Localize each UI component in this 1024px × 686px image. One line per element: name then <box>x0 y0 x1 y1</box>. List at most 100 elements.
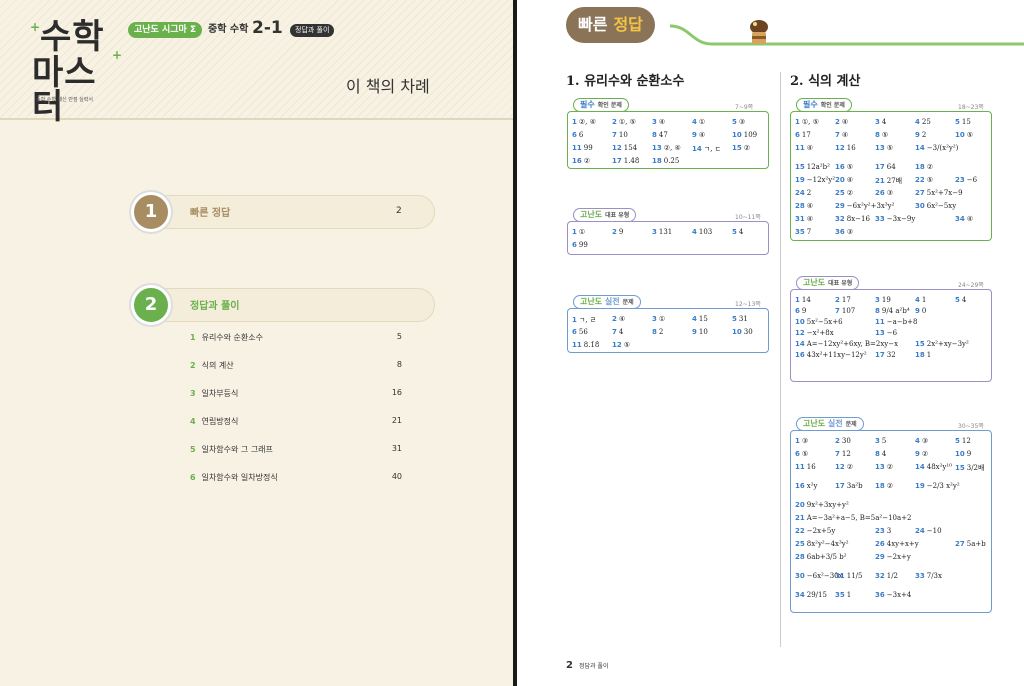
answer-entry: 18 0.2̇5̇ <box>652 157 679 165</box>
section-label-2[interactable]: 정답과 풀이 <box>190 297 239 312</box>
toc-item-page: 21 <box>391 416 402 425</box>
toc-item-number: 4 <box>190 417 196 426</box>
answer-value: ⑤ <box>881 131 889 139</box>
answer-value: 109 <box>743 131 758 139</box>
answer-entry: 9④ <box>692 131 705 139</box>
question-number: 13 <box>875 144 885 152</box>
answer-entry: 15 12a²b² <box>795 163 830 171</box>
answer-value: 1 <box>921 296 927 304</box>
question-number: 11 <box>875 318 885 326</box>
answer-value: 9x²+3xy+y² <box>806 501 849 509</box>
answer-entry: 12 −x²+8x <box>795 329 834 337</box>
answer-entry: 1 14 <box>795 296 811 304</box>
section-label-1[interactable]: 빠른 정답 <box>190 204 230 219</box>
question-number: 10 <box>795 318 805 326</box>
answer-value: 131 <box>658 228 673 236</box>
toc-item[interactable]: 5 일차함수와 그 그래프 31 <box>190 444 402 458</box>
question-number: 30 <box>795 572 805 580</box>
answer-entry: 4③ <box>915 437 928 445</box>
toc-item[interactable]: 1 유리수와 순환소수 5 <box>190 332 402 346</box>
question-number: 2 <box>835 296 840 304</box>
answer-value: 12 <box>841 450 851 458</box>
toc-item[interactable]: 2 식의 계산 8 <box>190 360 402 374</box>
answer-entry: 21 A=−3a²+a−5, B=5a²−10a+2 <box>795 514 911 522</box>
answer-entry: 18 1 <box>915 351 931 359</box>
answer-value: 11/5 <box>846 572 863 580</box>
question-number: 12 <box>835 144 845 152</box>
chocolate-icon <box>750 20 768 44</box>
answer-value: ④ <box>841 131 849 139</box>
question-number: 17 <box>835 482 845 490</box>
label-kind: 대표 유형 <box>605 212 630 219</box>
answer-entry: 29 −2x+y <box>875 553 911 561</box>
answer-entry: 19 −12x²y² <box>795 176 835 184</box>
answer-value: 3/2배 <box>966 464 985 472</box>
answer-value: 29/15 <box>806 591 827 599</box>
question-number: 16 <box>795 351 805 359</box>
answer-entry: 4① <box>692 118 705 126</box>
page-range: 30~35쪽 <box>958 423 984 430</box>
question-number: 8 <box>875 131 880 139</box>
answer-entry: 82 <box>652 328 663 336</box>
question-number: 22 <box>915 176 925 184</box>
toc-item[interactable]: 3 일차부등식 16 <box>190 388 402 402</box>
answer-entry: 25 ② <box>835 189 853 197</box>
answer-value: 47 <box>658 131 668 139</box>
question-number: 16 <box>835 163 845 171</box>
question-number: 13 <box>875 329 885 337</box>
toc-item[interactable]: 6 일차함수와 일차방정식 40 <box>190 472 402 486</box>
answer-value: ①, ⑤ <box>801 118 819 126</box>
answer-value: 10 <box>618 131 628 139</box>
question-number: 12 <box>612 144 622 152</box>
question-number: 5 <box>955 118 960 126</box>
answer-entry: 4 15 <box>692 315 708 323</box>
answer-value: ⑤ <box>926 176 934 184</box>
column-divider <box>780 72 781 647</box>
toc-item-number: 6 <box>190 473 196 482</box>
answer-value: ④ <box>846 176 854 184</box>
answer-entry: 2④ <box>612 315 625 323</box>
page-range: 7~9쪽 <box>735 104 754 111</box>
answer-value: 27배 <box>886 177 903 185</box>
question-number: 13 <box>652 144 662 152</box>
answer-entry: 27 5a+b <box>955 540 986 548</box>
answer-box-label: 고난도 대표 유형 <box>796 276 860 290</box>
answer-value: ⑤ <box>966 131 974 139</box>
question-number: 31 <box>795 215 805 223</box>
label-kind: 문제 <box>845 421 857 428</box>
page-range: 18~23쪽 <box>958 104 984 111</box>
answer-entry: 84 <box>875 450 886 458</box>
answer-entry: 13 ② <box>875 463 893 471</box>
question-number: 16 <box>795 482 805 490</box>
question-number: 23 <box>955 176 965 184</box>
question-number: 35 <box>835 591 845 599</box>
answer-value: 8x−16 <box>846 215 870 223</box>
label-kind: 확인 문제 <box>597 102 622 109</box>
label-main: 필수 <box>580 100 595 109</box>
answer-entry: 14 ㄱ, ㄷ <box>692 144 721 154</box>
answer-entry: 1 ㄱ, ㄹ <box>572 315 596 325</box>
label-kind: 확인 문제 <box>820 102 845 109</box>
question-number: 19 <box>915 482 925 490</box>
answer-entry: 17 3a²b <box>835 482 863 490</box>
toc-item[interactable]: 4 연립방정식 21 <box>190 416 402 430</box>
answer-value: ② <box>886 463 894 471</box>
label-kind: 대표 유형 <box>828 280 853 287</box>
answer-value: 4 <box>618 328 624 336</box>
page-range: 12~13쪽 <box>735 301 761 308</box>
answer-entry: 31 11/5 <box>835 572 862 580</box>
answer-value: 99 <box>578 241 588 249</box>
footer-page-number: 2 <box>566 660 573 671</box>
answer-value: 48x²y¹⁰ <box>926 463 952 471</box>
question-number: 4 <box>692 228 697 236</box>
answer-entry: 3④ <box>652 118 665 126</box>
answer-value: 0.2̇5̇ <box>663 157 680 165</box>
answer-value: 3a²b <box>846 482 863 490</box>
answer-value: −3x−9y <box>886 215 916 223</box>
answer-value: 8x²y²−4x³y² <box>806 540 849 548</box>
answer-entry: 10 30 <box>732 328 753 336</box>
answer-entry: 11 −a−b+8 <box>875 318 917 326</box>
answer-entry: 36 −3x+4 <box>875 591 911 599</box>
answer-value: ㄱ, ㄷ <box>703 145 722 153</box>
answer-entry: 20 9x²+3xy+y² <box>795 501 849 509</box>
